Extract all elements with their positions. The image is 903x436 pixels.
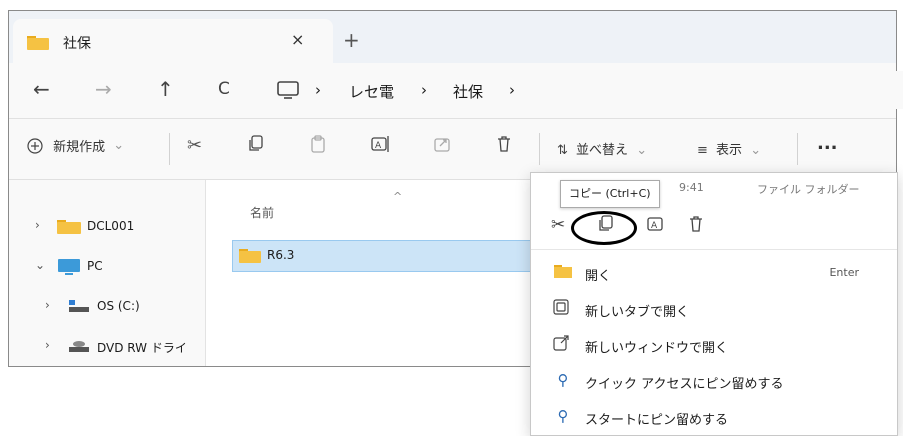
pc-icon	[277, 80, 299, 100]
new-tab-icon	[553, 299, 573, 319]
breadcrumb-shaho[interactable]: 社保	[453, 81, 483, 102]
navigation-pane: › DCL001 ⌄ PC › OS (C:) › DVD RW ドライ	[9, 180, 205, 366]
pin-icon: ⚲	[557, 407, 569, 425]
divider	[797, 133, 798, 165]
svg-text:A: A	[651, 221, 658, 231]
menu-item-label: 新しいウィンドウで開く	[585, 341, 729, 356]
menu-item-open-new-window[interactable]: 新しいウィンドウで開く	[531, 327, 897, 363]
paste-icon[interactable]	[309, 135, 327, 153]
menu-separator	[531, 249, 897, 250]
tab-title: 社保	[63, 36, 91, 52]
context-menu: 9:41 ファイル フォルダー ✂ A 開く Enter 新しいタブで開く 新し…	[530, 172, 898, 436]
dvd-drive-icon	[67, 338, 91, 354]
share-icon[interactable]	[433, 135, 451, 153]
tab-shaho[interactable]: 社保 ×	[13, 19, 333, 63]
divider	[539, 133, 540, 165]
menu-item-label: スタートにピン留めする	[585, 413, 729, 428]
copy-icon[interactable]	[247, 135, 265, 153]
svg-text:A: A	[375, 141, 382, 151]
chevron-right-icon[interactable]: ›	[45, 338, 50, 352]
folder-open-icon	[553, 263, 573, 283]
view-label: 表示	[716, 143, 743, 158]
chevron-down-icon: ⌄	[750, 143, 762, 158]
chevron-down-icon: ⌄	[636, 143, 648, 158]
breadcrumb-separator: ›	[421, 81, 427, 99]
copy-tooltip: コピー (Ctrl+C)	[560, 180, 660, 208]
new-window-icon	[553, 335, 573, 355]
chevron-down-icon: ⌄	[113, 138, 125, 153]
cut-icon[interactable]: ✂	[551, 215, 565, 235]
pin-icon: ⚲	[557, 371, 569, 389]
new-label: 新規作成	[53, 140, 106, 155]
tree-item-label: DCL001	[87, 219, 135, 233]
folder-icon	[57, 218, 81, 234]
menu-item-pin-quick-access[interactable]: ⚲ クイック アクセスにピン留めする	[531, 363, 897, 399]
refresh-button[interactable]: C	[218, 79, 230, 99]
address-bar[interactable]: › レセ電 › 社保 ›	[271, 71, 903, 109]
sort-button[interactable]: ⇅ 並べ替え ⌄	[557, 139, 647, 158]
new-tab-button[interactable]: +	[343, 28, 360, 52]
view-icon: ≡	[697, 143, 708, 158]
sort-label: 並べ替え	[576, 143, 629, 158]
new-button[interactable]: 新規作成 ⌄	[27, 136, 124, 155]
menu-item-shortcut: Enter	[829, 266, 859, 279]
delete-icon[interactable]	[687, 215, 705, 233]
breadcrumb-separator: ›	[509, 81, 515, 99]
chevron-right-icon[interactable]: ›	[45, 298, 50, 312]
drive-icon	[67, 298, 91, 314]
menu-item-label: 新しいタブで開く	[585, 305, 690, 320]
list-item[interactable]: R6.3	[232, 240, 564, 272]
forward-button[interactable]: →	[95, 77, 112, 101]
chevron-down-icon[interactable]: ⌄	[35, 258, 45, 272]
menu-item-label: クイック アクセスにピン留めする	[585, 377, 784, 392]
sort-arrow-icon: ^	[393, 190, 403, 203]
view-button[interactable]: ≡ 表示 ⌄	[697, 139, 761, 158]
menu-item-open-new-tab[interactable]: 新しいタブで開く	[531, 291, 897, 327]
command-bar: 新規作成 ⌄ ✂ A ⇅ 並べ替え ⌄ ≡ 表示 ⌄ ...	[9, 119, 896, 180]
menu-item-open[interactable]: 開く Enter	[531, 255, 897, 291]
header-time: 9:41	[679, 181, 704, 194]
monitor-icon	[57, 258, 81, 276]
breadcrumb-separator: ›	[315, 81, 321, 99]
menu-item-pin-start[interactable]: ⚲ スタートにピン留めする	[531, 399, 897, 435]
delete-icon[interactable]	[495, 135, 513, 153]
back-button[interactable]: ←	[33, 77, 50, 101]
tree-item-label: OS (C:)	[97, 299, 140, 313]
column-header-name[interactable]: 名前	[250, 204, 274, 221]
header-type: ファイル フォルダー	[757, 183, 860, 196]
navigation-bar: ← → ↑ C › レセ電 › 社保 ›	[9, 63, 903, 119]
menu-item-label: 開く	[585, 269, 612, 284]
file-name: R6.3	[267, 248, 295, 262]
rename-icon[interactable]: A	[371, 135, 391, 153]
up-button[interactable]: ↑	[157, 77, 174, 101]
more-options-button[interactable]: ...	[817, 133, 838, 154]
tree-item-label: PC	[87, 259, 103, 273]
tree-item-label: DVD RW ドライ	[97, 341, 187, 355]
sort-icon: ⇅	[557, 143, 568, 158]
chevron-right-icon[interactable]: ›	[35, 218, 40, 232]
divider	[169, 133, 170, 165]
breadcrumb-rece[interactable]: レセ電	[349, 81, 394, 102]
rename-icon[interactable]: A	[647, 215, 667, 233]
close-tab-button[interactable]: ×	[291, 30, 304, 49]
tab-bar: 社保 × +	[9, 11, 896, 63]
folder-icon	[239, 248, 261, 264]
highlight-ellipse	[571, 211, 637, 245]
folder-icon	[27, 34, 49, 50]
cut-icon[interactable]: ✂	[187, 135, 202, 156]
